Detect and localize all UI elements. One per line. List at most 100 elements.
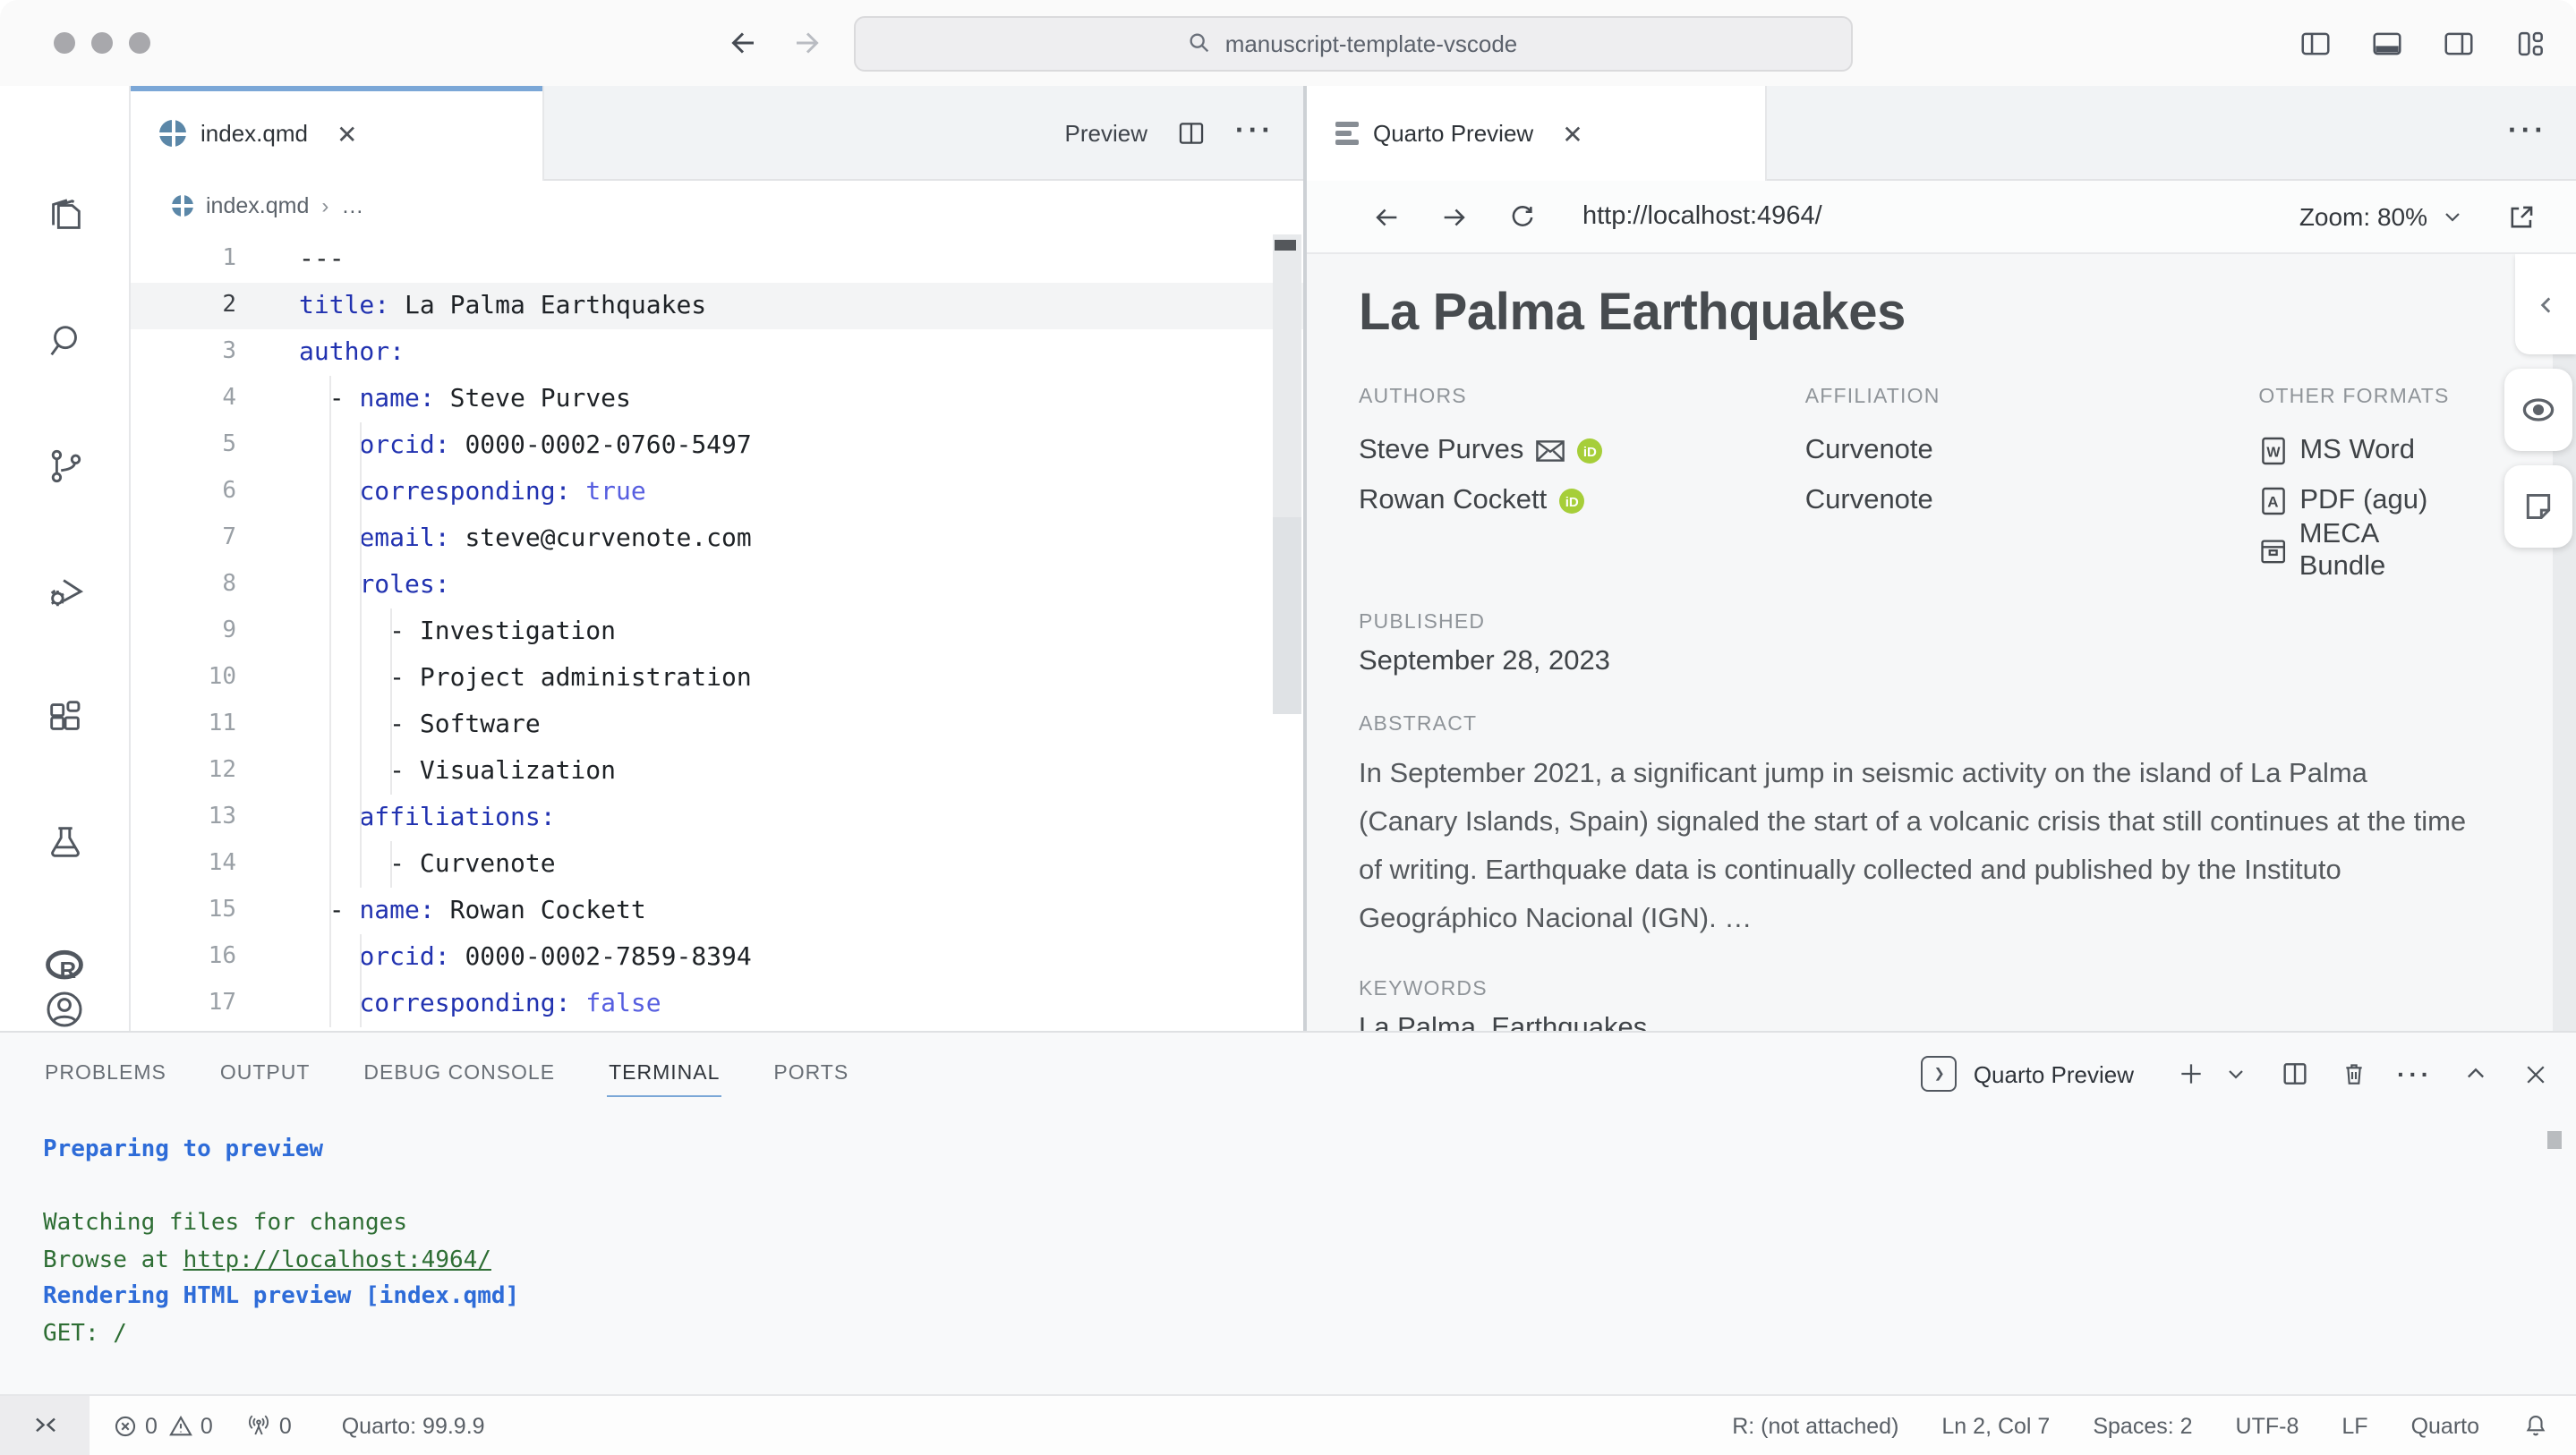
maximize-panel-icon[interactable] (2460, 1058, 2492, 1090)
status-right: R: (not attached) Ln 2, Col 7 Spaces: 2 UTF… (1732, 1412, 2576, 1439)
close-window-button[interactable] (54, 32, 75, 54)
tab-index-qmd[interactable]: index.qmd ✕ (131, 86, 544, 181)
preview-more-actions-icon[interactable]: ··· (2508, 116, 2547, 149)
preview-forward-icon[interactable] (1436, 199, 1471, 234)
remote-indicator[interactable] (0, 1396, 90, 1455)
history-forward-button[interactable] (789, 25, 824, 61)
status-error[interactable]: 0 (113, 1413, 158, 1438)
collapse-sidebar-button[interactable] (2515, 254, 2576, 354)
terminal-scrollbar-thumb[interactable] (2547, 1131, 2562, 1149)
maximize-window-button[interactable] (129, 32, 150, 54)
panel-tab-terminal[interactable]: TERMINAL (607, 1051, 722, 1096)
preview-content[interactable]: La Palma Earthquakes AUTHORS Steve Purve… (1307, 254, 2576, 1031)
ms-word-icon: W (2261, 437, 2285, 465)
tab-quarto-preview[interactable]: Quarto Preview ✕ (1307, 86, 1767, 181)
split-editor-icon[interactable] (1176, 117, 1207, 148)
notes-button[interactable] (2504, 465, 2572, 548)
terminal-output[interactable]: Preparing to preview Watching files for … (0, 1115, 2576, 1394)
code-line[interactable]: 4 - name: Steve Purves (131, 376, 1303, 422)
code-line[interactable]: 8 roles: (131, 562, 1303, 608)
customize-layout-icon[interactable] (2513, 26, 2547, 60)
status-item[interactable]: Quarto (2411, 1413, 2479, 1438)
status-item[interactable]: R: (not attached) (1732, 1413, 1898, 1438)
preview-action-button[interactable]: Preview (1065, 119, 1148, 146)
explorer-icon[interactable] (43, 193, 86, 236)
extensions-icon[interactable] (43, 694, 86, 737)
preview-back-icon[interactable] (1368, 199, 1403, 234)
code-line[interactable]: 12 - Visualization (131, 748, 1303, 795)
open-external-icon[interactable] (2506, 201, 2537, 232)
terminal-link[interactable]: http://localhost:4964/ (183, 1247, 491, 1273)
kill-terminal-icon[interactable] (2338, 1058, 2370, 1090)
code-line[interactable]: 16 orcid: 0000-0002-7859-8394 (131, 934, 1303, 981)
toggle-panel-icon[interactable] (2370, 26, 2404, 60)
code-line[interactable]: 11 - Software (131, 702, 1303, 748)
terminal-dropdown-icon[interactable] (2220, 1058, 2252, 1090)
testing-icon[interactable] (43, 820, 86, 863)
toggle-visibility-button[interactable] (2504, 369, 2572, 451)
code-line[interactable]: 1 --- (131, 236, 1303, 283)
code-line[interactable]: 5 orcid: 0000-0002-0760-5497 (131, 422, 1303, 469)
window-controls[interactable] (54, 32, 150, 54)
run-debug-icon[interactable] (43, 569, 86, 612)
code-line[interactable]: 7 email: steve@curvenote.com (131, 515, 1303, 562)
code-line[interactable]: 14 - Curvenote (131, 841, 1303, 888)
editor-more-actions-icon[interactable]: ··· (1235, 116, 1275, 149)
toggle-primary-sidebar-icon[interactable] (2299, 26, 2333, 60)
code-line[interactable]: 10 - Project administration (131, 655, 1303, 702)
orcid-icon[interactable]: iD (1577, 438, 1603, 464)
split-terminal-icon[interactable] (2279, 1058, 2311, 1090)
notifications-bell-icon[interactable] (2522, 1412, 2549, 1439)
panel-tab-debug-console[interactable]: DEBUG CONSOLE (362, 1051, 557, 1096)
svg-text:A: A (2267, 494, 2278, 511)
status-warning[interactable]: 0 (168, 1413, 213, 1438)
code-line[interactable]: 15 - name: Rowan Cockett (131, 888, 1303, 934)
account-icon[interactable] (43, 988, 86, 1031)
code-line[interactable]: 3 author: (131, 329, 1303, 376)
toggle-secondary-sidebar-icon[interactable] (2442, 26, 2476, 60)
authors-label: AUTHORS (1359, 387, 1467, 408)
panel-tab-output[interactable]: OUTPUT (218, 1051, 312, 1096)
status-item[interactable]: Ln 2, Col 7 (1941, 1413, 2050, 1438)
history-back-button[interactable] (724, 25, 760, 61)
code-line[interactable]: 9 - Investigation (131, 608, 1303, 655)
code-line[interactable]: 17 corresponding: false (131, 981, 1303, 1027)
status-quarto-version[interactable]: Quarto: 99.9.9 (342, 1413, 485, 1438)
new-terminal-icon[interactable] (2175, 1058, 2207, 1090)
search-sidebar-icon[interactable] (43, 319, 86, 362)
preview-url[interactable]: http://localhost:4964/ (1582, 202, 1822, 231)
status-item[interactable]: Spaces: 2 (2093, 1413, 2192, 1438)
orcid-icon[interactable]: iD (1559, 489, 1585, 514)
minimize-window-button[interactable] (91, 32, 113, 54)
source-control-icon[interactable] (43, 444, 86, 487)
breadcrumb[interactable]: index.qmd › … (131, 181, 1303, 231)
panel-more-actions-icon[interactable]: ··· (2397, 1059, 2433, 1088)
line-number: 5 (222, 431, 236, 458)
close-panel-icon[interactable] (2519, 1058, 2551, 1090)
format-link[interactable]: MECA Bundle (2258, 519, 2469, 582)
command-center-search[interactable]: manuscript-template-vscode (853, 15, 1852, 71)
indent-guide (360, 934, 362, 1027)
r-language-icon[interactable]: R (43, 945, 86, 988)
breadcrumb-file[interactable]: index.qmd (206, 193, 309, 218)
status-broadcast[interactable]: 0 (245, 1412, 292, 1439)
quarto-file-icon (172, 195, 193, 217)
preview-zoom-control[interactable]: Zoom: 80% (2299, 202, 2463, 231)
terminal-selector[interactable]: ❯ Quarto Preview (1921, 1056, 2134, 1092)
close-tab-icon[interactable]: ✕ (337, 121, 357, 146)
format-link[interactable]: W MS Word (2258, 426, 2469, 476)
close-tab-icon[interactable]: ✕ (1562, 121, 1582, 146)
other-formats-label: OTHER FORMATS (2258, 387, 2450, 408)
code-editor[interactable]: 1 --- 2 title: La Palma Earthquakes 3 author:… (131, 231, 1303, 1031)
code-line[interactable]: 2 title: La Palma Earthquakes (131, 283, 1303, 329)
code-line[interactable]: 13 affiliations: (131, 795, 1303, 841)
breadcrumb-more[interactable]: … (341, 193, 363, 218)
line-number: 12 (208, 757, 236, 784)
status-item[interactable]: LF (2341, 1413, 2367, 1438)
preview-reload-icon[interactable] (1504, 199, 1540, 234)
code-line[interactable]: 6 corresponding: true (131, 469, 1303, 515)
panel-tab-ports[interactable]: PORTS (772, 1051, 850, 1096)
status-item[interactable]: UTF-8 (2236, 1413, 2299, 1438)
editor-scrollbar[interactable] (1273, 231, 1303, 1031)
panel-tab-problems[interactable]: PROBLEMS (43, 1051, 168, 1096)
